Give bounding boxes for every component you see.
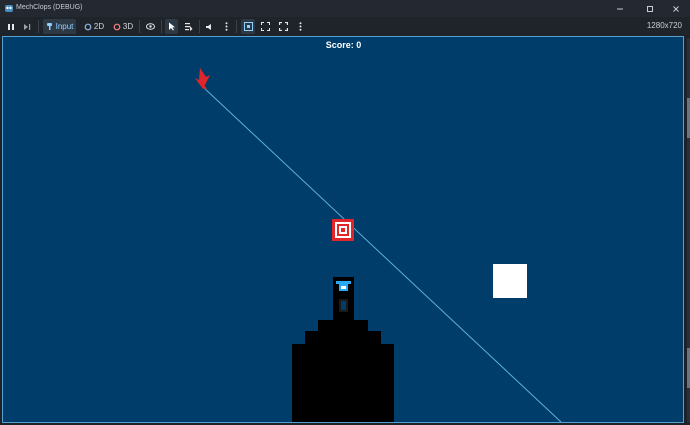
joystick-icon bbox=[46, 23, 52, 30]
input-mode-button[interactable]: Input bbox=[43, 19, 76, 34]
stepped-pedestal bbox=[292, 320, 394, 422]
title-bar: MechClops (DEBUG) bbox=[0, 0, 690, 17]
maximize-button[interactable] bbox=[636, 0, 664, 17]
2d-node-icon bbox=[84, 23, 92, 30]
kebab-menu-icon bbox=[299, 22, 301, 31]
godot-app-icon bbox=[5, 5, 13, 12]
close-button[interactable] bbox=[662, 0, 690, 17]
camera-override-button[interactable] bbox=[241, 19, 255, 34]
3d-node-icon bbox=[113, 23, 121, 30]
game-scene bbox=[195, 68, 562, 422]
view-options-button[interactable] bbox=[295, 19, 305, 34]
white-block bbox=[493, 264, 527, 298]
camera-frame-icon bbox=[243, 22, 253, 31]
mode-3d-button[interactable]: 3D bbox=[111, 19, 135, 34]
cursor-arrow-icon bbox=[168, 22, 175, 31]
next-frame-icon bbox=[24, 23, 31, 30]
fit-view-icon bbox=[261, 22, 270, 31]
bullseye-target bbox=[332, 219, 354, 241]
fullscreen-button[interactable] bbox=[277, 19, 290, 34]
window-title: MechClops (DEBUG) bbox=[16, 4, 83, 11]
list-select-button[interactable] bbox=[182, 19, 195, 34]
close-icon bbox=[673, 5, 679, 12]
toolbar-separator bbox=[199, 20, 200, 33]
input-mode-label: Input bbox=[55, 22, 74, 31]
minimize-button[interactable] bbox=[606, 0, 634, 17]
toolbar-separator bbox=[139, 20, 140, 33]
pause-button[interactable] bbox=[5, 19, 17, 34]
fit-view-button[interactable] bbox=[259, 19, 272, 34]
visibility-button[interactable] bbox=[144, 19, 157, 34]
mode-2d-button[interactable]: 2D bbox=[82, 19, 106, 34]
aim-cursor-icon bbox=[195, 68, 210, 90]
more-options-button[interactable] bbox=[221, 19, 231, 34]
kebab-menu-icon bbox=[225, 22, 227, 31]
list-select-icon bbox=[185, 23, 193, 31]
toolbar-separator bbox=[236, 20, 237, 33]
audio-icon bbox=[206, 23, 211, 30]
player-robot bbox=[333, 277, 354, 321]
score-label: Score: 0 bbox=[325, 40, 362, 50]
maximize-icon bbox=[647, 5, 653, 12]
select-tool-button[interactable] bbox=[165, 19, 178, 34]
eye-icon bbox=[146, 23, 155, 30]
minimize-icon bbox=[617, 8, 623, 9]
mode-2d-label: 2D bbox=[93, 22, 105, 31]
next-frame-button[interactable] bbox=[21, 19, 33, 34]
audio-button[interactable] bbox=[203, 19, 216, 34]
mode-3d-label: 3D bbox=[122, 22, 134, 31]
fullscreen-icon bbox=[279, 22, 288, 31]
toolbar-separator bbox=[161, 20, 162, 33]
toolbar-separator bbox=[38, 20, 39, 33]
resolution-label: 1280x720 bbox=[646, 21, 682, 30]
pause-icon bbox=[8, 23, 14, 30]
game-viewport[interactable]: Score: 0 bbox=[3, 37, 684, 422]
debug-toolbar: Input 2D 3D bbox=[0, 17, 690, 36]
